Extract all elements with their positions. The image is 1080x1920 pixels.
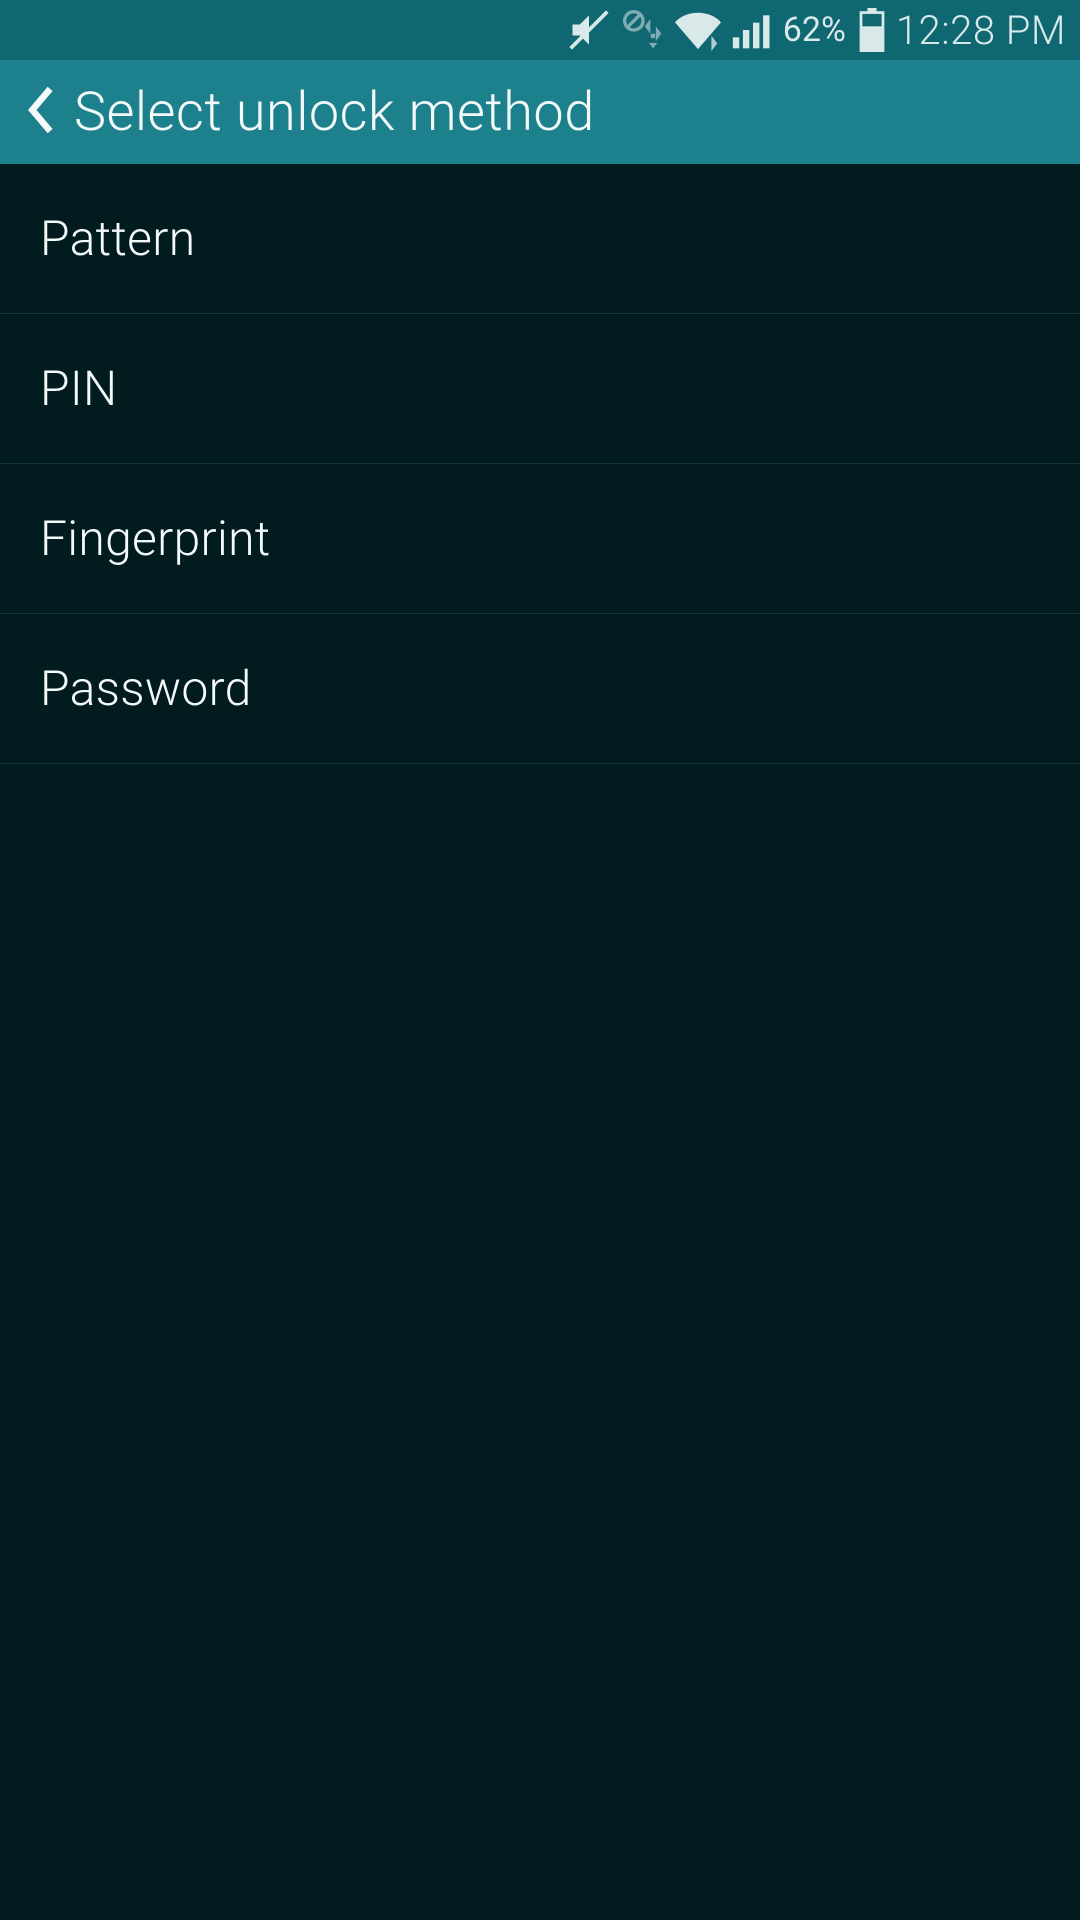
option-label: Password bbox=[40, 660, 252, 717]
chevron-left-icon bbox=[22, 84, 62, 140]
option-label: Pattern bbox=[40, 210, 195, 267]
wifi-icon bbox=[675, 7, 721, 53]
option-label: PIN bbox=[40, 360, 117, 417]
cellular-signal-icon bbox=[731, 8, 775, 52]
option-password[interactable]: Password bbox=[0, 614, 1080, 764]
back-button[interactable] bbox=[10, 60, 74, 164]
app-bar: Select unlock method bbox=[0, 60, 1080, 164]
mute-icon bbox=[567, 8, 611, 52]
app-bar-title: Select unlock method bbox=[74, 81, 595, 144]
battery-percent-text: 62% bbox=[783, 10, 846, 50]
option-fingerprint[interactable]: Fingerprint bbox=[0, 464, 1080, 614]
status-bar: 62% 12:28 PM bbox=[0, 0, 1080, 60]
battery-icon bbox=[858, 8, 886, 52]
option-pattern[interactable]: Pattern bbox=[0, 164, 1080, 314]
status-clock: 12:28 PM bbox=[896, 7, 1066, 54]
option-pin[interactable]: PIN bbox=[0, 314, 1080, 464]
options-list: Pattern PIN Fingerprint Password bbox=[0, 164, 1080, 764]
option-label: Fingerprint bbox=[40, 510, 271, 567]
sync-disabled-icon bbox=[621, 8, 665, 52]
